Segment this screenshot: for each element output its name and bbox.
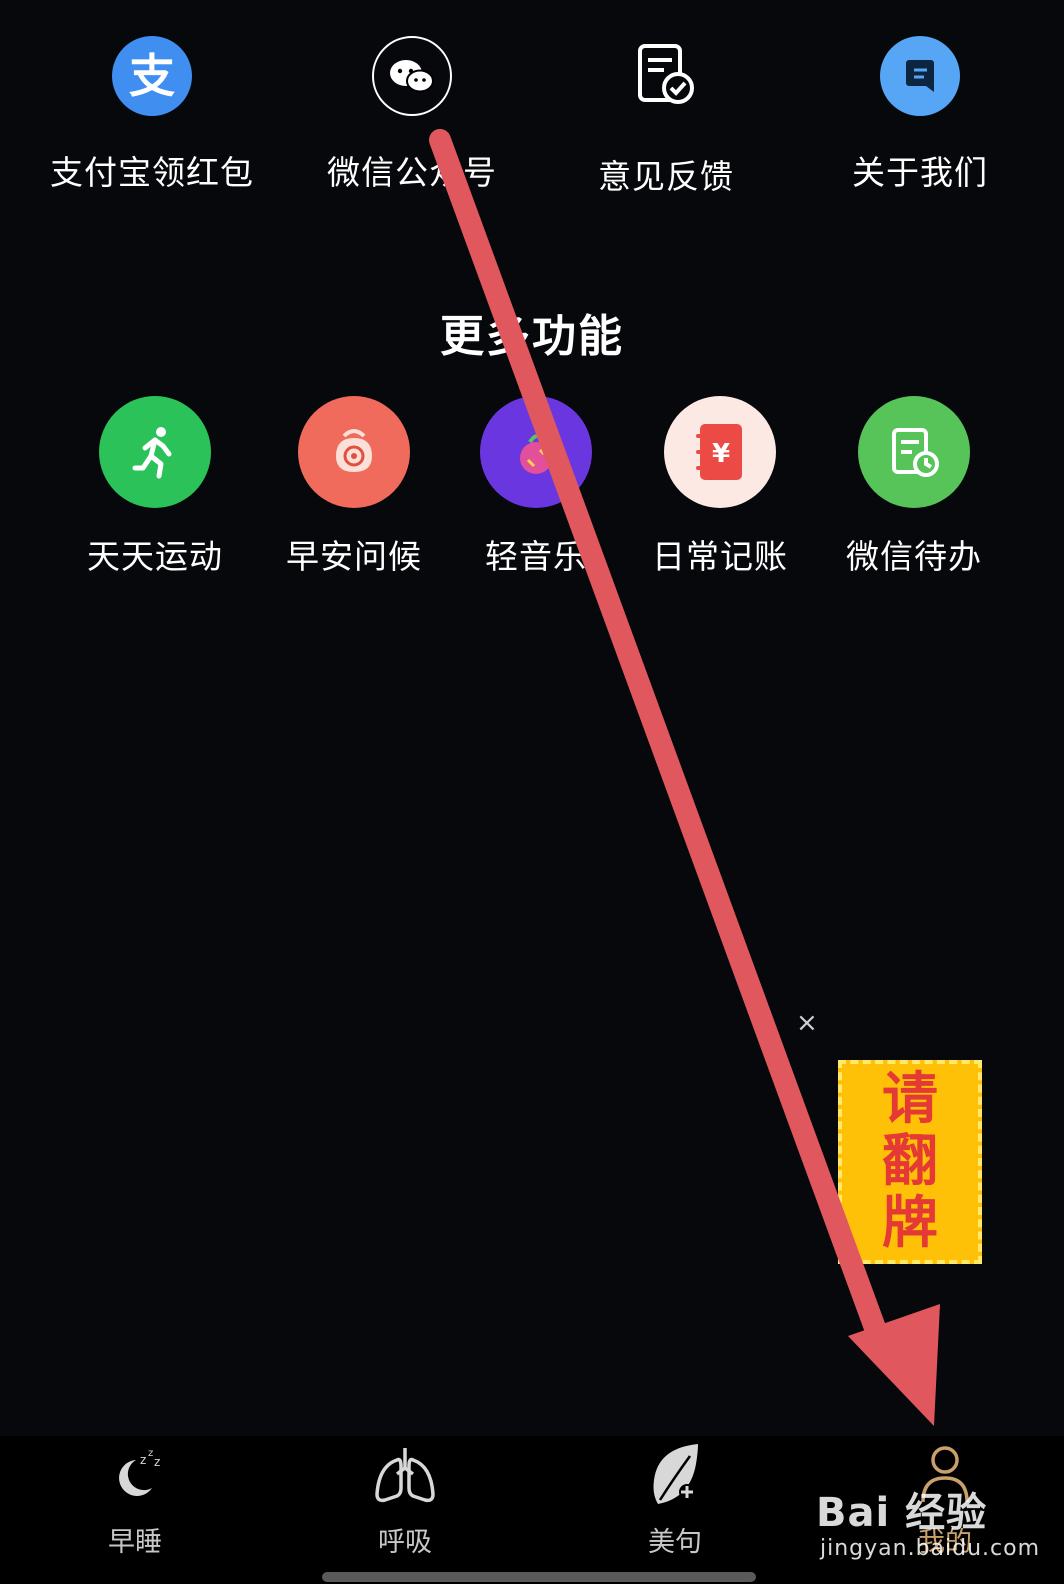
feedback-item[interactable]: 意见反馈 bbox=[536, 36, 796, 198]
running-icon bbox=[99, 396, 211, 508]
wechat-official-account-item[interactable]: 微信公众号 bbox=[282, 36, 542, 194]
leaf-icon bbox=[640, 1440, 710, 1510]
svg-text:¥: ¥ bbox=[712, 439, 730, 469]
wechat-todo-label: 微信待办 bbox=[846, 537, 982, 576]
tab-breathing-label: 呼吸 bbox=[378, 1527, 432, 1558]
daily-exercise-item[interactable]: 天天运动 bbox=[55, 396, 255, 578]
tab-quotes[interactable]: 美句 bbox=[590, 1440, 760, 1559]
tab-early-sleep[interactable]: z z z 早睡 bbox=[50, 1440, 220, 1559]
svg-text:z: z bbox=[148, 1448, 153, 1459]
svg-text:支: 支 bbox=[129, 49, 175, 103]
promo-close-icon[interactable]: × bbox=[796, 1010, 818, 1036]
ledger-icon: ¥ bbox=[664, 396, 776, 508]
tab-early-sleep-label: 早睡 bbox=[108, 1527, 162, 1558]
svg-text:z: z bbox=[154, 1455, 160, 1469]
wechat-icon bbox=[372, 36, 452, 116]
about-us-item[interactable]: 关于我们 bbox=[790, 36, 1050, 194]
about-us-label: 关于我们 bbox=[852, 153, 988, 192]
promo-char-1: 请 bbox=[882, 1067, 938, 1132]
baidu-jingyan-watermark: Bai 经验 jingyan.baidu.com bbox=[816, 1476, 1039, 1576]
lungs-icon bbox=[370, 1440, 440, 1510]
music-icon bbox=[480, 396, 592, 508]
daily-ledger-label: 日常记账 bbox=[652, 537, 788, 576]
light-music-item[interactable]: 轻音乐 bbox=[436, 396, 636, 578]
promo-char-3: 牌 bbox=[882, 1191, 938, 1256]
moon-sleep-icon: z z z bbox=[100, 1440, 170, 1510]
morning-greeting-label: 早安问候 bbox=[286, 537, 422, 576]
watermark-url: jingyan.baidu.com bbox=[820, 1536, 1041, 1561]
greeting-icon bbox=[298, 396, 410, 508]
alipay-icon: 支 bbox=[112, 36, 192, 116]
daily-ledger-item[interactable]: ¥ 日常记账 bbox=[620, 396, 820, 578]
daily-exercise-label: 天天运动 bbox=[87, 537, 223, 576]
svg-text:z: z bbox=[140, 1453, 146, 1467]
alipay-red-packet-item[interactable]: 支 支付宝领红包 bbox=[22, 36, 282, 194]
promo-char-2: 翻 bbox=[882, 1129, 938, 1194]
morning-greeting-item[interactable]: 早安问候 bbox=[254, 396, 454, 578]
feedback-icon bbox=[626, 36, 706, 116]
tab-breathing[interactable]: 呼吸 bbox=[320, 1440, 490, 1559]
about-icon bbox=[880, 36, 960, 116]
wechat-official-account-label: 微信公众号 bbox=[327, 153, 497, 192]
wechat-todo-item[interactable]: 微信待办 bbox=[814, 396, 1014, 578]
watermark-brand: Bai 经验 bbox=[816, 1490, 988, 1536]
annotation-arrow bbox=[429, 129, 940, 1426]
todo-icon bbox=[858, 396, 970, 508]
alipay-red-packet-label: 支付宝领红包 bbox=[50, 153, 254, 192]
light-music-label: 轻音乐 bbox=[485, 537, 587, 576]
more-functions-title: 更多功能 bbox=[440, 311, 624, 362]
tab-quotes-label: 美句 bbox=[648, 1527, 702, 1558]
home-indicator[interactable] bbox=[322, 1572, 756, 1582]
feedback-label: 意见反馈 bbox=[598, 157, 734, 196]
flip-card-promo[interactable]: 请 翻 牌 bbox=[838, 1060, 982, 1264]
